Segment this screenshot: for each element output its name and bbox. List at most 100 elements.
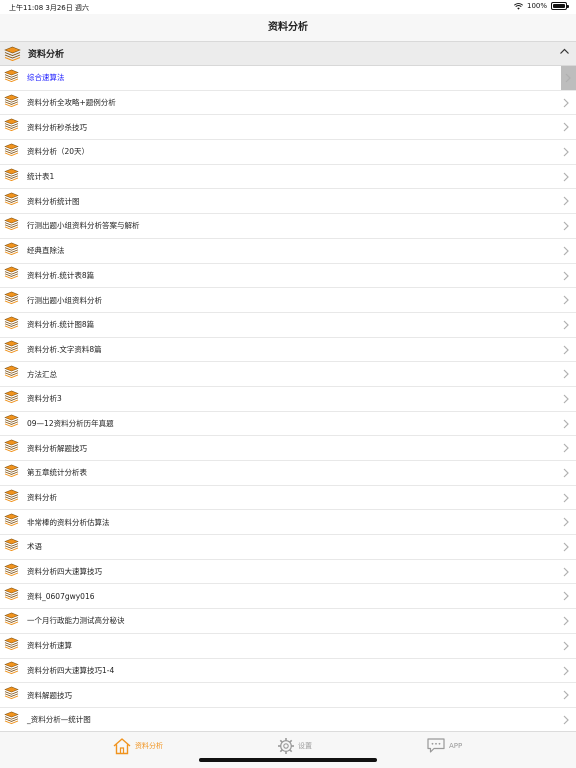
list-item[interactable]: 资料分析四大速算技巧1-4 [0,659,576,684]
list-item[interactable]: 一个月行政能力测试高分秘诀 [0,609,576,634]
list-item-label: 一个月行政能力测试高分秘诀 [27,616,125,626]
list-item[interactable]: 非常棒的资料分析估算法 [0,510,576,536]
list-item[interactable]: 资料分析秒杀技巧 [0,115,576,141]
list-item[interactable]: 资料分析四大速算技巧 [0,560,576,585]
list-item-label: 术语 [27,542,42,552]
list-item[interactable]: 术语 [0,535,576,560]
list-item[interactable]: 行测出题小组资料分析答案与解析 [0,214,576,239]
list-item-label: 资料分析（20天） [27,147,90,157]
list-item-label: 资料分析.统计图8篇 [27,320,95,330]
chevron-right-icon [563,468,569,478]
chevron-right-icon [563,122,569,132]
book-stack-icon [4,513,19,527]
list-item[interactable]: 09—12资料分析历年真题 [0,412,576,437]
chevron-right-icon [563,690,569,700]
chevron-right-icon [563,592,569,601]
book-stack-icon [4,168,19,181]
chevron-right-icon [563,493,569,503]
list-item[interactable]: 第五章统计分析表 [0,461,576,486]
chevron-right-icon [563,542,569,552]
chevron-right-icon [563,641,569,651]
book-stack-icon [4,464,19,477]
list-item[interactable]: _资料分析—统计图 [0,708,576,733]
chevron-right-icon [563,98,569,108]
book-stack-icon [4,365,19,379]
chevron-right-icon [563,419,569,429]
tab-app[interactable]: APP [426,737,462,754]
tab-bar: 资料分析 设置 APP [0,731,576,768]
book-stack-icon [4,291,19,305]
gear-icon [278,738,294,754]
list-item-label: 资料分析速算 [27,641,72,651]
list-item[interactable]: 方法汇总 [0,362,576,387]
chevron-right-icon [563,271,569,280]
list-item[interactable]: 行测出题小组资料分析 [0,288,576,313]
book-stack-icon [4,563,19,576]
list-item[interactable]: 资料分析.统计图8篇 [0,313,576,338]
navigation-bar: 资料分析 [0,14,576,42]
list-item[interactable]: 统计表1 [0,165,576,190]
chevron-right-icon [563,246,569,256]
page-title: 资料分析 [268,22,308,33]
section-title: 资料分析 [28,50,65,60]
list-item[interactable]: 资料分析全攻略+题例分析 [0,91,576,116]
list-item[interactable]: 资料分析速算 [0,634,576,659]
list-item-label: 资料分析秒杀技巧 [27,122,87,132]
list-item[interactable]: 综合速算法 [0,66,576,91]
tab-settings[interactable]: 设置 [277,737,312,755]
battery-icon [551,2,569,10]
chevron-up-icon[interactable] [559,46,570,57]
chevron-right-icon [563,517,569,527]
book-stack-icon [4,415,19,428]
list-item[interactable]: 资料分析.统计表8篇 [0,264,576,289]
book-stack-icon [4,489,19,502]
list-item[interactable]: 经典直除法 [0,239,576,264]
list-item-label: 资料分析四大速算技巧1-4 [27,665,115,675]
book-stack-icon [4,587,19,601]
chevron-right-icon [563,172,569,182]
tab-home[interactable]: 资料分析 [112,737,163,755]
home-indicator [199,758,377,762]
list-item-label: 行测出题小组资料分析 [27,295,102,305]
list-item-label: 统计表1 [27,172,55,182]
chevron-right-icon [563,221,569,231]
document-list: 综合速算法资料分析全攻略+题例分析 资料分析秒杀技巧 资料分析（20天） 统计表1 资料… [0,66,576,733]
chat-bubble-icon [427,738,445,753]
book-stack-icon [4,612,19,625]
battery-percent: 100% [526,2,547,10]
status-indicators: 100% [514,2,569,10]
status-time-date: 上午11:08 3月26日 週六 [9,4,89,12]
list-item[interactable]: 资料分析统计图 [0,189,576,215]
list-item-label: 方法汇总 [27,369,57,379]
list-item[interactable]: 资料解题技巧 [0,683,576,708]
chevron-right-icon [563,616,569,626]
book-stack-icon [4,94,19,107]
list-item-label: 资料分析 [27,493,57,503]
list-item-label: 综合速算法 [27,73,65,83]
list-item-label: 资料_0607gwy016 [27,591,95,601]
list-item[interactable]: 资料_0607gwy016 [0,584,576,610]
list-item[interactable]: 资料分析3 [0,387,576,412]
list-item-label: 资料分析全攻略+题例分析 [27,98,116,108]
list-item[interactable]: 资料分析解题技巧 [0,436,576,461]
list-item-label: 行测出题小组资料分析答案与解析 [27,221,140,231]
book-stack-icon [4,340,19,354]
wifi-icon [514,2,523,10]
book-stack-icon [4,118,19,132]
book-stack-icon [4,192,19,206]
tab-app-label: APP [449,741,463,750]
list-item[interactable]: 资料分析 [0,486,576,511]
book-stack-icon [4,316,19,329]
tab-settings-label: 设置 [298,742,312,750]
list-item-label: 非常棒的资料分析估算法 [27,517,110,527]
list-item-label: 资料分析.文字资料8篇 [27,344,102,354]
list-item[interactable]: 资料分析（20天） [0,140,576,165]
section-header[interactable]: 资料分析 [0,42,576,66]
book-stack-icon [4,538,19,551]
book-stack-icon [4,686,19,700]
list-item[interactable]: 资料分析.文字资料8篇 [0,338,576,363]
book-stack-icon [4,242,19,255]
list-item-label: 资料分析3 [27,394,62,404]
book-stack-icon [4,46,21,61]
home-icon [113,738,131,755]
